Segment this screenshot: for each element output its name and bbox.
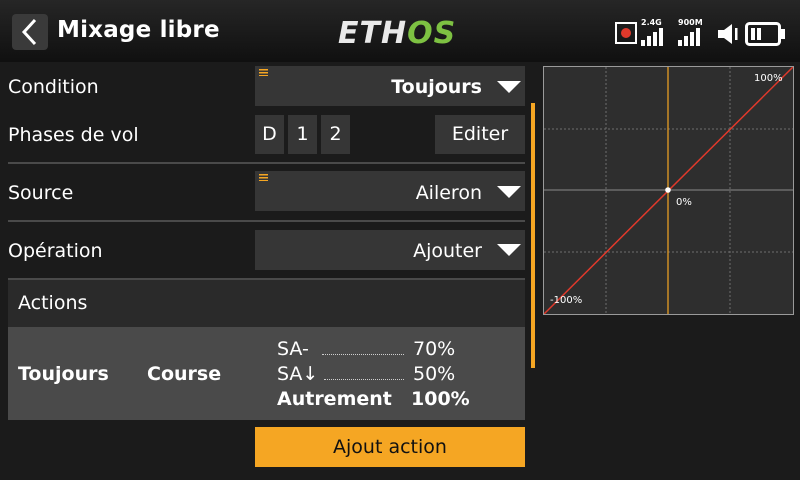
condition-label: Condition — [8, 76, 99, 98]
chevron-down-icon — [497, 81, 521, 93]
actions-title: Actions — [18, 292, 88, 314]
record-icon — [615, 22, 637, 44]
graph-max-label: 100% — [754, 73, 783, 84]
divider — [8, 162, 525, 164]
curve-plot — [543, 66, 794, 315]
graph-mid-label: 0% — [676, 197, 692, 208]
action-switch-1: SA- — [277, 338, 309, 360]
ethos-logo: ETHOS — [338, 16, 457, 51]
phase-toggle-1[interactable]: 1 — [288, 115, 317, 154]
source-value: Aileron — [415, 182, 482, 204]
edit-phases-button[interactable]: Editer — [435, 115, 525, 154]
action-else-label: Autrement — [277, 388, 392, 410]
battery-icon — [745, 22, 785, 46]
scrollbar[interactable] — [531, 103, 535, 368]
action-else-value: 100% — [411, 388, 470, 410]
signal-24g-icon — [641, 28, 663, 46]
chevron-left-icon — [21, 18, 37, 46]
action-value-1: 70% — [413, 338, 456, 360]
speaker-icon — [718, 24, 738, 44]
back-button[interactable] — [12, 14, 48, 50]
dotted-leader — [322, 354, 404, 355]
add-action-button[interactable]: Ajout action — [255, 427, 525, 467]
action-switch-2: SA↓ — [277, 363, 319, 385]
phase-toggle-2[interactable]: 2 — [321, 115, 350, 154]
source-modifier-icon — [259, 174, 268, 181]
action-type: Course — [147, 363, 222, 385]
action-condition: Toujours — [18, 363, 109, 385]
source-label: Source — [8, 182, 74, 204]
phase-toggle-d[interactable]: D — [255, 115, 284, 154]
condition-modifier-icon — [259, 69, 268, 76]
flight-phases-label: Phases de vol — [8, 124, 139, 146]
action-value-2: 50% — [413, 363, 456, 385]
chevron-down-icon — [497, 244, 521, 256]
signal-900m-icon — [678, 28, 700, 46]
mix-curve-graph: 100% 0% -100% — [543, 66, 794, 315]
condition-value: Toujours — [391, 76, 482, 98]
operation-value: Ajouter — [413, 240, 482, 262]
dotted-leader — [324, 379, 404, 380]
chevron-down-icon — [497, 186, 521, 198]
operation-label: Opération — [8, 240, 103, 262]
page-title: Mixage libre — [57, 17, 220, 43]
divider — [8, 220, 525, 222]
graph-min-label: -100% — [550, 295, 583, 306]
